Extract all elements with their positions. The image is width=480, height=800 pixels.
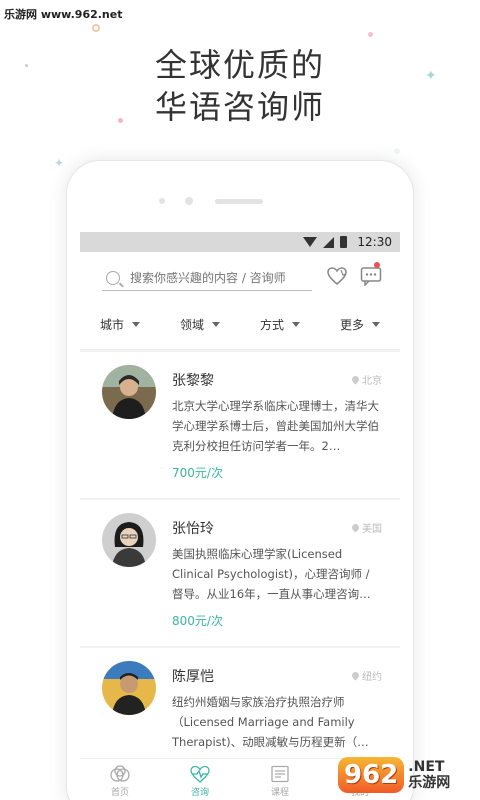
location-pin-icon bbox=[350, 670, 361, 681]
phone-speaker bbox=[215, 199, 263, 204]
counselor-description: 纽约州婚姻与家族治疗执照治疗师（Licensed Marriage and Fa… bbox=[172, 695, 369, 749]
tab-label: 咨询 bbox=[190, 788, 209, 798]
message-icon[interactable] bbox=[360, 266, 382, 286]
watermark-top: 乐游网 www.962.net bbox=[4, 8, 123, 21]
heartbeat-icon bbox=[190, 765, 210, 783]
location-text: 北京 bbox=[362, 376, 382, 387]
counselor-card[interactable]: 张黎黎 北京 北京大学心理学系临床心理博士，清华大学心理学系博士后，曾赴美国加州… bbox=[80, 352, 400, 498]
avatar bbox=[102, 513, 156, 567]
filter-city[interactable]: 城市 bbox=[80, 316, 160, 333]
counselor-location: 美国 bbox=[350, 520, 382, 535]
caret-down-icon bbox=[372, 322, 380, 327]
status-time: 12:30 bbox=[357, 235, 392, 249]
location-pin-icon bbox=[350, 522, 361, 533]
watermark-suffix-bottom: 乐游网 bbox=[408, 775, 451, 791]
location-pin-icon bbox=[350, 374, 361, 385]
filter-bar: 城市 领域 方式 更多 bbox=[80, 300, 400, 350]
sparkle-icon: ✦ bbox=[54, 156, 65, 170]
tab-home[interactable]: 首页 bbox=[80, 759, 160, 800]
top-bar bbox=[80, 252, 400, 300]
counselor-card[interactable]: 张怡玲 美国 美国执照临床心理学家(Licensed Clinical Psyc… bbox=[80, 500, 400, 646]
counselor-description: 北京大学心理学系临床心理博士，清华大学心理学系博士后，曾赴美国加州大学伯克利分校… bbox=[172, 399, 379, 453]
tab-label: 首页 bbox=[110, 788, 129, 798]
caret-down-icon bbox=[132, 322, 140, 327]
filter-label: 领域 bbox=[179, 318, 204, 332]
search-input[interactable] bbox=[130, 270, 300, 285]
tab-course[interactable]: 课程 bbox=[240, 759, 320, 800]
status-bar: 12:30 bbox=[80, 232, 400, 252]
notification-dot bbox=[374, 262, 380, 268]
location-text: 美国 bbox=[362, 524, 382, 535]
signal-icon bbox=[323, 236, 335, 248]
location-text: 纽约 bbox=[362, 672, 382, 683]
counselor-location: 纽约 bbox=[350, 668, 382, 683]
counselor-price: 700元/次 bbox=[172, 466, 223, 480]
avatar bbox=[102, 661, 156, 715]
watermark-logo: 962 .NET 乐游网 bbox=[338, 752, 478, 798]
book-icon bbox=[271, 765, 289, 783]
watermark-suffix-top: .NET bbox=[408, 759, 445, 775]
decoration-dot bbox=[394, 148, 400, 154]
headline-line-1: 全球优质的 bbox=[154, 46, 325, 84]
home-icon bbox=[110, 765, 130, 782]
filter-label: 城市 bbox=[99, 318, 124, 332]
filter-label: 方式 bbox=[259, 318, 284, 332]
counselor-list: 张黎黎 北京 北京大学心理学系临床心理博士，清华大学心理学系博士后，曾赴美国加州… bbox=[80, 352, 400, 796]
phone-sensor bbox=[159, 198, 165, 204]
favorite-heart-icon[interactable] bbox=[326, 266, 348, 286]
watermark-logo-text: .NET 乐游网 bbox=[408, 759, 450, 791]
wifi-icon bbox=[303, 237, 318, 247]
counselor-description: 美国执照临床心理学家(Licensed Clinical Psychologis… bbox=[172, 547, 371, 601]
search-bar[interactable] bbox=[102, 265, 312, 291]
decoration-dot bbox=[368, 32, 373, 37]
decoration-circle bbox=[92, 24, 100, 32]
caret-down-icon bbox=[292, 322, 300, 327]
filter-label: 更多 bbox=[339, 318, 364, 332]
headline: 全球优质的 华语咨询师 bbox=[0, 44, 480, 128]
counselor-name: 张黎黎 bbox=[172, 373, 214, 389]
filter-more[interactable]: 更多 bbox=[320, 316, 400, 333]
tab-consult[interactable]: 咨询 bbox=[160, 759, 240, 800]
filter-field[interactable]: 领域 bbox=[160, 316, 240, 333]
counselor-price: 800元/次 bbox=[172, 614, 223, 628]
counselor-location: 北京 bbox=[350, 372, 382, 387]
watermark-logo-number: 962 bbox=[338, 757, 405, 793]
filter-method[interactable]: 方式 bbox=[240, 316, 320, 333]
battery-icon bbox=[340, 236, 348, 248]
tab-label: 课程 bbox=[270, 788, 289, 798]
counselor-name: 陈厚恺 bbox=[172, 669, 214, 685]
app-screen: 12:30 城市 领域 方式 更多 bbox=[80, 232, 400, 800]
counselor-name: 张怡玲 bbox=[172, 521, 214, 537]
headline-line-2: 华语咨询师 bbox=[154, 88, 325, 126]
caret-down-icon bbox=[212, 322, 220, 327]
phone-camera bbox=[185, 197, 193, 205]
avatar bbox=[102, 365, 156, 419]
search-icon bbox=[106, 270, 120, 285]
